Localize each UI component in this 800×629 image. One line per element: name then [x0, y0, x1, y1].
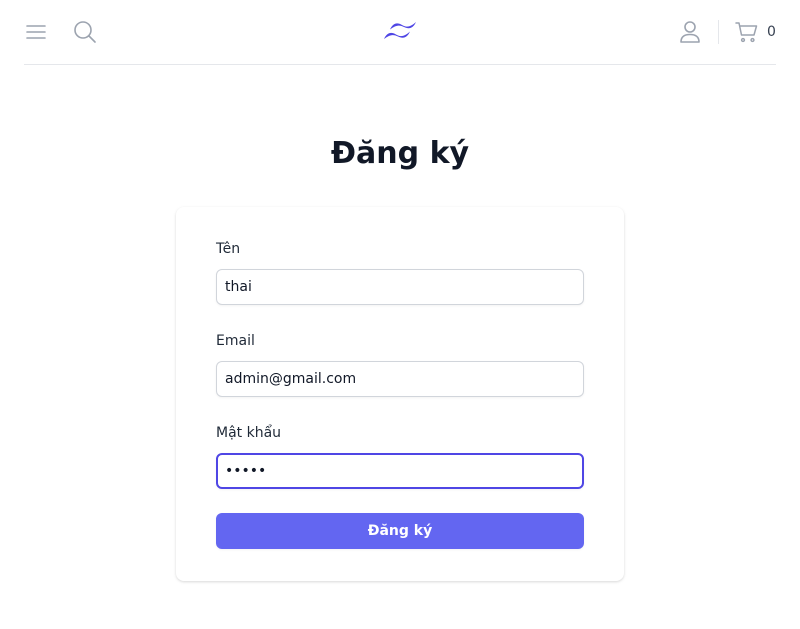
account-button[interactable] — [677, 19, 703, 45]
name-input[interactable] — [216, 269, 584, 305]
register-form-card: Tên Email Mật khẩu Đăng ký — [176, 207, 624, 581]
page-title: Đăng ký — [330, 136, 470, 171]
wave-logo-icon[interactable] — [380, 19, 420, 45]
cart-button[interactable]: 0 — [735, 19, 776, 45]
hamburger-menu-icon — [26, 25, 46, 39]
register-submit-button[interactable]: Đăng ký — [216, 513, 584, 549]
name-label: Tên — [216, 241, 241, 257]
email-label: Email — [216, 333, 255, 349]
search-icon — [74, 21, 96, 43]
password-input[interactable] — [216, 453, 584, 489]
site-header: 0 — [24, 0, 776, 65]
menu-button[interactable] — [24, 20, 48, 44]
shopping-cart-icon — [735, 22, 758, 43]
cart-count: 0 — [767, 24, 776, 40]
password-label: Mật khẩu — [216, 425, 282, 441]
email-input[interactable] — [216, 361, 584, 397]
header-divider — [718, 20, 719, 44]
search-button[interactable] — [72, 19, 98, 45]
user-icon — [680, 21, 700, 43]
